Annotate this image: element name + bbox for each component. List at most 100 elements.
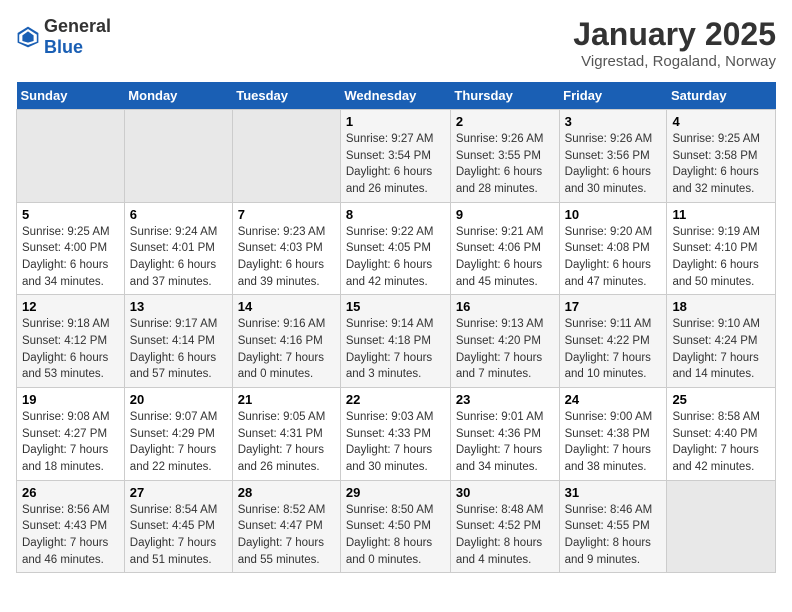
day-number: 20 (130, 392, 227, 407)
calendar-cell: 5 Sunrise: 9:25 AMSunset: 4:00 PMDaylight… (17, 202, 125, 295)
day-number: 16 (456, 299, 554, 314)
week-row-3: 12 Sunrise: 9:18 AMSunset: 4:12 PMDayligh… (17, 295, 776, 388)
day-detail: Sunrise: 9:10 AMSunset: 4:24 PMDaylight:… (672, 316, 770, 383)
day-header-saturday: Saturday (667, 82, 776, 110)
calendar-cell: 12 Sunrise: 9:18 AMSunset: 4:12 PMDayligh… (17, 295, 125, 388)
day-header-sunday: Sunday (17, 82, 125, 110)
day-detail: Sunrise: 9:03 AMSunset: 4:33 PMDaylight:… (346, 409, 445, 476)
logo: General Blue (16, 16, 111, 58)
calendar-table: SundayMondayTuesdayWednesdayThursdayFrid… (16, 82, 776, 573)
day-number: 31 (565, 485, 662, 500)
day-number: 2 (456, 114, 554, 129)
calendar-cell: 23 Sunrise: 9:01 AMSunset: 4:36 PMDayligh… (450, 388, 559, 481)
day-detail: Sunrise: 9:24 AMSunset: 4:01 PMDaylight:… (130, 224, 227, 291)
day-number: 24 (565, 392, 662, 407)
day-detail: Sunrise: 9:25 AMSunset: 3:58 PMDaylight:… (672, 131, 770, 198)
calendar-cell: 6 Sunrise: 9:24 AMSunset: 4:01 PMDaylight… (124, 202, 232, 295)
day-detail: Sunrise: 9:08 AMSunset: 4:27 PMDaylight:… (22, 409, 119, 476)
day-number: 30 (456, 485, 554, 500)
calendar-cell: 13 Sunrise: 9:17 AMSunset: 4:14 PMDayligh… (124, 295, 232, 388)
calendar-cell (124, 110, 232, 203)
day-number: 9 (456, 207, 554, 222)
calendar-cell: 10 Sunrise: 9:20 AMSunset: 4:08 PMDayligh… (559, 202, 667, 295)
day-number: 14 (238, 299, 335, 314)
day-detail: Sunrise: 9:11 AMSunset: 4:22 PMDaylight:… (565, 316, 662, 383)
week-row-4: 19 Sunrise: 9:08 AMSunset: 4:27 PMDayligh… (17, 388, 776, 481)
day-detail: Sunrise: 8:52 AMSunset: 4:47 PMDaylight:… (238, 502, 335, 569)
day-number: 3 (565, 114, 662, 129)
day-detail: Sunrise: 9:27 AMSunset: 3:54 PMDaylight:… (346, 131, 445, 198)
calendar-cell: 15 Sunrise: 9:14 AMSunset: 4:18 PMDayligh… (340, 295, 450, 388)
day-number: 7 (238, 207, 335, 222)
week-row-2: 5 Sunrise: 9:25 AMSunset: 4:00 PMDaylight… (17, 202, 776, 295)
calendar-cell: 30 Sunrise: 8:48 AMSunset: 4:52 PMDayligh… (450, 480, 559, 573)
day-number: 15 (346, 299, 445, 314)
day-detail: Sunrise: 9:05 AMSunset: 4:31 PMDaylight:… (238, 409, 335, 476)
day-number: 18 (672, 299, 770, 314)
day-number: 4 (672, 114, 770, 129)
day-number: 13 (130, 299, 227, 314)
day-detail: Sunrise: 8:50 AMSunset: 4:50 PMDaylight:… (346, 502, 445, 569)
calendar-cell: 4 Sunrise: 9:25 AMSunset: 3:58 PMDaylight… (667, 110, 776, 203)
day-number: 6 (130, 207, 227, 222)
calendar-cell (17, 110, 125, 203)
logo-general: General (44, 16, 111, 36)
day-number: 5 (22, 207, 119, 222)
calendar-cell: 2 Sunrise: 9:26 AMSunset: 3:55 PMDaylight… (450, 110, 559, 203)
day-detail: Sunrise: 9:20 AMSunset: 4:08 PMDaylight:… (565, 224, 662, 291)
day-detail: Sunrise: 9:21 AMSunset: 4:06 PMDaylight:… (456, 224, 554, 291)
calendar-cell: 29 Sunrise: 8:50 AMSunset: 4:50 PMDayligh… (340, 480, 450, 573)
page-header: General Blue January 2025 Vigrestad, Rog… (16, 16, 776, 70)
calendar-cell: 22 Sunrise: 9:03 AMSunset: 4:33 PMDayligh… (340, 388, 450, 481)
day-number: 28 (238, 485, 335, 500)
day-detail: Sunrise: 9:19 AMSunset: 4:10 PMDaylight:… (672, 224, 770, 291)
calendar-cell: 26 Sunrise: 8:56 AMSunset: 4:43 PMDayligh… (17, 480, 125, 573)
day-detail: Sunrise: 9:01 AMSunset: 4:36 PMDaylight:… (456, 409, 554, 476)
day-detail: Sunrise: 9:00 AMSunset: 4:38 PMDaylight:… (565, 409, 662, 476)
day-detail: Sunrise: 8:56 AMSunset: 4:43 PMDaylight:… (22, 502, 119, 569)
day-detail: Sunrise: 9:16 AMSunset: 4:16 PMDaylight:… (238, 316, 335, 383)
calendar-cell: 1 Sunrise: 9:27 AMSunset: 3:54 PMDaylight… (340, 110, 450, 203)
day-number: 22 (346, 392, 445, 407)
day-detail: Sunrise: 9:18 AMSunset: 4:12 PMDaylight:… (22, 316, 119, 383)
day-header-tuesday: Tuesday (232, 82, 340, 110)
week-row-5: 26 Sunrise: 8:56 AMSunset: 4:43 PMDayligh… (17, 480, 776, 573)
day-number: 29 (346, 485, 445, 500)
day-detail: Sunrise: 9:26 AMSunset: 3:56 PMDaylight:… (565, 131, 662, 198)
day-number: 11 (672, 207, 770, 222)
day-detail: Sunrise: 8:54 AMSunset: 4:45 PMDaylight:… (130, 502, 227, 569)
day-number: 10 (565, 207, 662, 222)
week-row-1: 1 Sunrise: 9:27 AMSunset: 3:54 PMDaylight… (17, 110, 776, 203)
day-detail: Sunrise: 9:25 AMSunset: 4:00 PMDaylight:… (22, 224, 119, 291)
calendar-cell: 14 Sunrise: 9:16 AMSunset: 4:16 PMDayligh… (232, 295, 340, 388)
subtitle: Vigrestad, Rogaland, Norway (573, 53, 776, 70)
day-number: 19 (22, 392, 119, 407)
day-detail: Sunrise: 8:58 AMSunset: 4:40 PMDaylight:… (672, 409, 770, 476)
calendar-cell: 16Sunrise: 9:13 AMSunset: 4:20 PMDayligh… (450, 295, 559, 388)
calendar-cell: 18 Sunrise: 9:10 AMSunset: 4:24 PMDayligh… (667, 295, 776, 388)
day-number: 25 (672, 392, 770, 407)
calendar-cell: 28 Sunrise: 8:52 AMSunset: 4:47 PMDayligh… (232, 480, 340, 573)
calendar-cell: 31 Sunrise: 8:46 AMSunset: 4:55 PMDayligh… (559, 480, 667, 573)
logo-icon (16, 25, 40, 49)
calendar-cell: 20Sunrise: 9:07 AMSunset: 4:29 PMDayligh… (124, 388, 232, 481)
day-detail: Sunrise: 9:26 AMSunset: 3:55 PMDaylight:… (456, 131, 554, 198)
calendar-cell: 7Sunrise: 9:23 AMSunset: 4:03 PMDaylight… (232, 202, 340, 295)
calendar-cell: 11 Sunrise: 9:19 AMSunset: 4:10 PMDayligh… (667, 202, 776, 295)
calendar-cell: 21Sunrise: 9:05 AMSunset: 4:31 PMDayligh… (232, 388, 340, 481)
day-number: 1 (346, 114, 445, 129)
day-number: 26 (22, 485, 119, 500)
day-number: 23 (456, 392, 554, 407)
day-detail: Sunrise: 9:14 AMSunset: 4:18 PMDaylight:… (346, 316, 445, 383)
day-number: 17 (565, 299, 662, 314)
calendar-cell: 27Sunrise: 8:54 AMSunset: 4:45 PMDayligh… (124, 480, 232, 573)
calendar-cell: 8Sunrise: 9:22 AMSunset: 4:05 PMDaylight… (340, 202, 450, 295)
calendar-cell: 24 Sunrise: 9:00 AMSunset: 4:38 PMDayligh… (559, 388, 667, 481)
calendar-cell: 9 Sunrise: 9:21 AMSunset: 4:06 PMDaylight… (450, 202, 559, 295)
day-detail: Sunrise: 8:46 AMSunset: 4:55 PMDaylight:… (565, 502, 662, 569)
calendar-cell: 19 Sunrise: 9:08 AMSunset: 4:27 PMDayligh… (17, 388, 125, 481)
day-number: 12 (22, 299, 119, 314)
day-detail: Sunrise: 9:17 AMSunset: 4:14 PMDaylight:… (130, 316, 227, 383)
day-header-thursday: Thursday (450, 82, 559, 110)
day-detail: Sunrise: 8:48 AMSunset: 4:52 PMDaylight:… (456, 502, 554, 569)
